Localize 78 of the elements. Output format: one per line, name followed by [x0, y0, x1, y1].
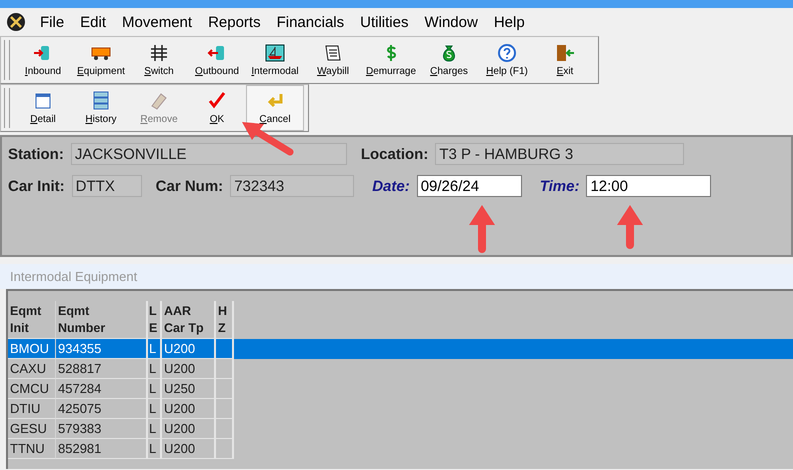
table-cell: L [149, 441, 156, 456]
table-cell: CMCU [10, 381, 49, 396]
toolbar-button[interactable]: Detail [14, 85, 72, 131]
column-header: Eqmt Init [10, 303, 42, 336]
table-cell: 852981 [58, 441, 102, 456]
menu-item[interactable]: Movement [114, 14, 200, 30]
table-cell: U250 [164, 381, 196, 396]
toolbar-button[interactable]: Intermodal [246, 37, 304, 83]
menu-item[interactable]: File [32, 14, 72, 30]
table-cell: DTIU [10, 401, 40, 416]
column-header: AAR Car Tp [164, 303, 204, 336]
table-cell: L [149, 381, 156, 396]
table-cell: BMOU [10, 341, 49, 356]
table-cell: U200 [164, 401, 196, 416]
toolbar-button[interactable]: Switch [130, 37, 188, 83]
field-label: Time: [540, 178, 580, 194]
menu-item[interactable]: Reports [200, 14, 269, 30]
panel-title: Intermodal Equipment [0, 264, 793, 289]
field-label: Car Init: [8, 178, 65, 194]
menu-item[interactable]: Utilities [352, 14, 416, 30]
table-cell: 934355 [58, 341, 102, 356]
crossing-logo-icon [6, 12, 26, 32]
menu-item[interactable]: Help [486, 14, 533, 30]
table-cell: L [149, 421, 156, 436]
table-cell: 457284 [58, 381, 102, 396]
help-icon [496, 43, 518, 63]
intermodal-icon [264, 43, 286, 63]
field-label: Car Num: [156, 178, 224, 194]
toolbar-button[interactable]: Equipment [72, 37, 130, 83]
field-label: Location: [360, 146, 428, 162]
table-cell: U200 [164, 441, 196, 456]
table-row[interactable]: DTIU 425075 L U200 [8, 399, 243, 419]
table-row[interactable]: CMCU 457284 L U250 [8, 379, 243, 399]
table-row[interactable]: CAXU 528817 L U200 [8, 359, 243, 379]
menu-item[interactable]: Edit [72, 14, 114, 30]
toolbar-button[interactable]: Exit [536, 37, 594, 83]
exit-icon [554, 43, 576, 63]
column-header: Eqmt Number [58, 303, 106, 336]
pointer-arrow [467, 203, 497, 253]
column-header: L E [149, 303, 158, 336]
checkmark-icon [206, 91, 228, 111]
table-cell: U200 [164, 361, 196, 376]
table-cell: L [149, 401, 156, 416]
input-field: DTTX [72, 175, 142, 197]
toolbar-button[interactable]: Waybill [304, 37, 362, 83]
input-field[interactable]: 12:00 [586, 175, 712, 197]
table-cell: CAXU [10, 361, 46, 376]
table-row[interactable]: BMOU 934355 L U200 [8, 339, 793, 359]
field-label: Date: [372, 178, 410, 194]
table-row[interactable]: TTNU 852981 L U200 [8, 439, 243, 459]
toolbar-button[interactable]: Help (F1) [478, 37, 536, 83]
pointer-arrow [615, 203, 645, 249]
input-field: JACKSONVILLE [70, 143, 347, 165]
menu-item[interactable]: Window [416, 14, 486, 30]
toolbar-button[interactable]: Demurrage [362, 37, 420, 83]
table-cell: 579383 [58, 421, 102, 436]
toolbar-button[interactable]: Inbound [14, 37, 72, 83]
switch-icon [148, 43, 170, 63]
input-field[interactable]: 09/26/24 [416, 175, 522, 197]
column-header: H Z [218, 303, 228, 336]
toolbar-button[interactable]: Charges [420, 37, 478, 83]
toolbar-button[interactable]: OK [188, 85, 246, 131]
input-field: T3 P - HAMBURG 3 [435, 143, 684, 165]
table-cell: L [149, 361, 156, 376]
menu-item[interactable]: Financials [268, 14, 352, 30]
table-cell: TTNU [10, 441, 45, 456]
input-field: 732343 [230, 175, 354, 197]
toolbar-button[interactable]: History [72, 85, 130, 131]
table-cell: L [149, 341, 156, 356]
toolbar-button[interactable]: Cancel [246, 85, 304, 131]
table-cell: 425075 [58, 401, 102, 416]
table-cell: 528817 [58, 361, 102, 376]
table-row[interactable]: GESU 579383 L U200 [8, 419, 243, 439]
table-cell: U200 [164, 341, 196, 356]
field-label: Station: [8, 146, 64, 162]
toolbar-button[interactable]: Outbound [188, 37, 246, 83]
table-cell: U200 [164, 421, 196, 436]
table-cell: GESU [10, 421, 47, 436]
